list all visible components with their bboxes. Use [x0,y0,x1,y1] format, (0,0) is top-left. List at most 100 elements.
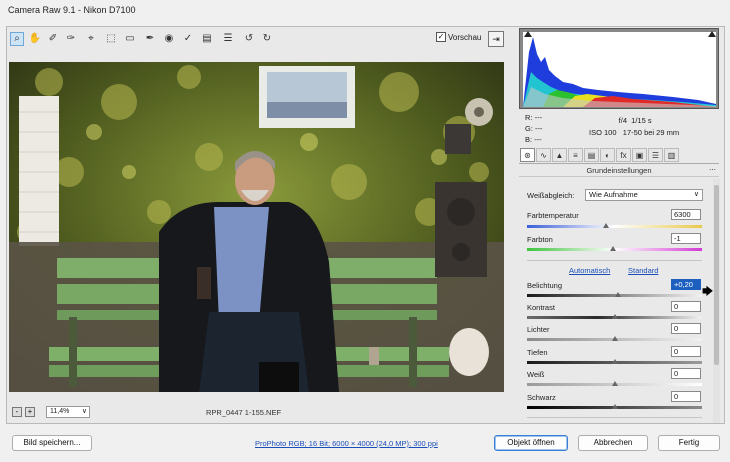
white-balance-tool-button[interactable]: ✐ [46,32,60,46]
shadows-thumb[interactable] [611,359,618,364]
panel-tabs: ⊛ ∿ ▲ ≡ ▤ ◐ fx ▣ ☰ ▥ [519,148,719,164]
tab-presets[interactable]: ☰ [648,148,663,162]
zoom-in-button[interactable]: + [25,407,35,417]
temperature-track[interactable] [527,225,702,228]
preview-status-bar: - + 11,4% ∨ RPR_0447 1-155.NEF [6,405,509,421]
fullscreen-icon: ⇥ [492,34,500,44]
crop-icon: ⬚ [106,33,116,44]
aperture: f/4 [618,116,627,125]
zoom-icon: ⌕ [14,33,20,44]
slider-label-shadows: Tiefen [527,348,548,357]
tint-thumb[interactable] [609,246,616,251]
straighten-tool-button[interactable]: ▭ [123,32,137,46]
r-label: R: [525,113,533,122]
default-link[interactable]: Standard [628,266,658,275]
rotate-cw-button[interactable]: ↻ [260,32,274,46]
slider-label-highlights: Lichter [527,325,550,334]
tab-effects[interactable]: fx [616,148,631,162]
crop-tool-button[interactable]: ⬚ [104,32,118,46]
rotate-ccw-button[interactable]: ↺ [242,32,256,46]
white-balance-select[interactable]: Wie Aufnahme ∨ [585,189,703,201]
chevron-down-icon: ∨ [81,408,87,415]
fullscreen-button[interactable]: ⇥ [488,31,504,47]
save-image-button[interactable]: Bild speichern... [12,435,92,451]
hand-tool-button[interactable]: ✋ [28,32,42,46]
contrast-thumb[interactable] [611,314,618,319]
tab-basic[interactable]: ⊛ [520,148,535,162]
tab-tone-curve[interactable]: ∿ [536,148,551,162]
panel-menu-icon[interactable]: ⋯ [709,166,716,174]
red-eye-icon: ◉ [164,33,174,44]
auto-link[interactable]: Automatisch [569,266,610,275]
open-object-button[interactable]: Objekt öffnen [494,435,568,451]
image-preview[interactable] [9,62,504,392]
toolbar: ⌕ ✋ ✐ ✑ ⌖ ⬚ ▭ ✒ ◉ ✓ ▤ ☰ ↺ ↻ [6,29,506,51]
highlight-clipping-icon[interactable] [708,31,716,37]
tab-snapshots[interactable]: ▥ [664,148,679,162]
window-title: Camera Raw 9.1 - Nikon D7100 [8,5,136,15]
color-sampler-tool-button[interactable]: ✑ [64,32,78,46]
file-name: RPR_0447 1-155.NEF [206,408,282,417]
zoom-level-select[interactable]: 11,4% ∨ [46,406,90,418]
zoom-out-button[interactable]: - [12,407,22,417]
highlights-thumb[interactable] [611,336,618,341]
preferences-icon: ☰ [223,33,233,44]
shadows-value[interactable]: 0 [671,346,701,357]
preview-label: Vorschau [448,32,482,42]
slider-label-blacks: Schwarz [527,393,556,402]
blacks-value[interactable]: 0 [671,391,701,402]
histogram-plot [523,32,716,107]
panel-scrollbar[interactable] [713,179,720,423]
zoom-tool-button[interactable]: ⌕ [10,32,24,46]
straighten-icon: ▭ [125,33,135,44]
zoom-level-value: 11,4% [50,408,70,415]
color-sampler-icon: ✑ [66,33,76,44]
highlights-value[interactable]: 0 [671,323,701,334]
blacks-thumb[interactable] [611,404,618,409]
tab-detail[interactable]: ▲ [552,148,567,162]
target-adjust-icon: ⌖ [88,33,94,44]
workflow-options-link[interactable]: ProPhoto RGB; 16 Bit; 6000 × 4000 (24,0 … [255,439,438,448]
camera-info: R: --- G: --- B: --- f/4 1/15 s ISO 100 … [519,111,719,147]
preview-toggle[interactable]: ✓ Vorschau [436,32,481,42]
hand-icon: ✋ [28,33,42,44]
contrast-value[interactable]: 0 [671,301,701,312]
adjustment-brush-tool-button[interactable]: ✓ [181,32,195,46]
red-eye-tool-button[interactable]: ◉ [162,32,176,46]
cancel-button[interactable]: Abbrechen [578,435,648,451]
temperature-value[interactable]: 6300 [671,209,701,220]
mouse-pointer-icon: 🡆 [702,286,714,298]
panel-title: Grundeinstellungen [586,166,652,175]
slider-label-exposure: Belichtung [527,281,563,290]
whites-value[interactable]: 0 [671,368,701,379]
temperature-thumb[interactable] [602,223,609,228]
r-value: --- [534,113,543,122]
exposure-thumb[interactable] [615,292,621,297]
exif-readout: f/4 1/15 s ISO 100 17-50 bei 29 mm [589,115,679,139]
separator [527,260,702,261]
panel-heading: Grundeinstellungen ⋯ [519,166,719,177]
tint-value[interactable]: -1 [671,233,701,244]
tab-split-toning[interactable]: ▤ [584,148,599,162]
done-button[interactable]: Fertig [658,435,720,451]
preferences-button[interactable]: ☰ [221,32,235,46]
target-adjust-tool-button[interactable]: ⌖ [84,32,98,46]
basic-adjustments-panel: Weißabgleich: Wie Aufnahme ∨ Farbtempera… [519,179,715,423]
exposure-value[interactable]: +0,20 [671,279,701,290]
shadow-clipping-icon[interactable] [524,31,532,37]
tab-lens-corrections[interactable]: ◐ [600,148,615,162]
spot-removal-tool-button[interactable]: ✒ [143,32,157,46]
scrollbar-thumb[interactable] [714,185,719,365]
preview-checkbox[interactable]: ✓ [436,32,446,42]
graduated-filter-tool-button[interactable]: ▤ [200,32,214,46]
b-label: B: [525,135,533,144]
dialog-footer: Bild speichern... ProPhoto RGB; 16 Bit; … [0,428,730,462]
tab-hsl[interactable]: ≡ [568,148,583,162]
rotate-ccw-icon: ↺ [244,33,254,44]
rgb-readout: R: --- G: --- B: --- [525,112,543,145]
whites-thumb[interactable] [611,381,618,386]
separator [527,417,702,418]
tab-camera-calibration[interactable]: ▣ [632,148,647,162]
g-value: --- [535,124,543,133]
chevron-down-icon: ∨ [693,191,699,198]
